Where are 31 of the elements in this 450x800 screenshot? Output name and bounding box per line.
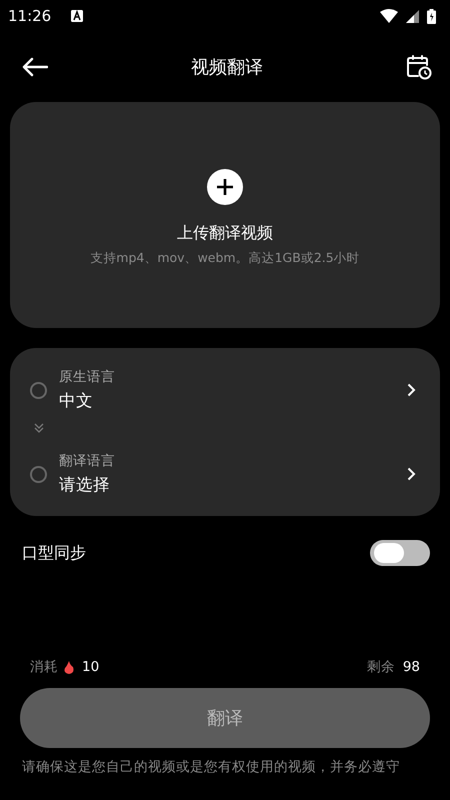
chevron-right-icon — [407, 467, 416, 481]
cost-value: 10 — [82, 659, 100, 675]
language-label: 原生语言 — [59, 368, 116, 386]
lip-sync-label: 口型同步 — [22, 542, 86, 564]
add-icon — [207, 169, 243, 205]
wifi-icon — [380, 9, 398, 23]
chevron-right-icon — [407, 383, 416, 397]
remaining-value: 98 — [402, 659, 420, 675]
status-time: 11:26 — [8, 7, 52, 25]
lip-sync-toggle[interactable] — [370, 540, 430, 566]
signal-icon — [406, 10, 419, 22]
language-row[interactable]: 原生语言 中文 — [30, 362, 422, 418]
cost-label: 消耗 — [30, 658, 58, 676]
language-value: 中文 — [59, 390, 94, 412]
radio-button[interactable] — [30, 466, 47, 482]
remaining-label: 剩余 — [366, 658, 395, 676]
back-button[interactable] — [20, 55, 50, 79]
upload-hint: 支持mp4、mov、webm。高达1GB或2.5小时 — [90, 250, 360, 267]
page-title: 视频翻译 — [191, 56, 263, 79]
flame-icon — [64, 660, 74, 674]
language-label: 翻译语言 — [59, 452, 116, 470]
upload-title: 上传翻译视频 — [177, 223, 273, 244]
notice-text: 请确保这是您自己的视频或是您有权使用的视频，并务必遵守 — [21, 758, 401, 776]
double-chevron-icon — [33, 422, 45, 434]
battery-icon — [427, 8, 436, 24]
upload-card[interactable]: 上传翻译视频 支持mp4、mov、webm。高达1GB或2.5小时 — [10, 102, 440, 328]
language-value: 请选择 — [59, 474, 111, 496]
notification-icon — [71, 10, 84, 22]
language-row[interactable]: 翻译语言 请选择 — [30, 446, 422, 502]
radio-button[interactable] — [30, 382, 47, 398]
history-button[interactable] — [404, 52, 434, 82]
